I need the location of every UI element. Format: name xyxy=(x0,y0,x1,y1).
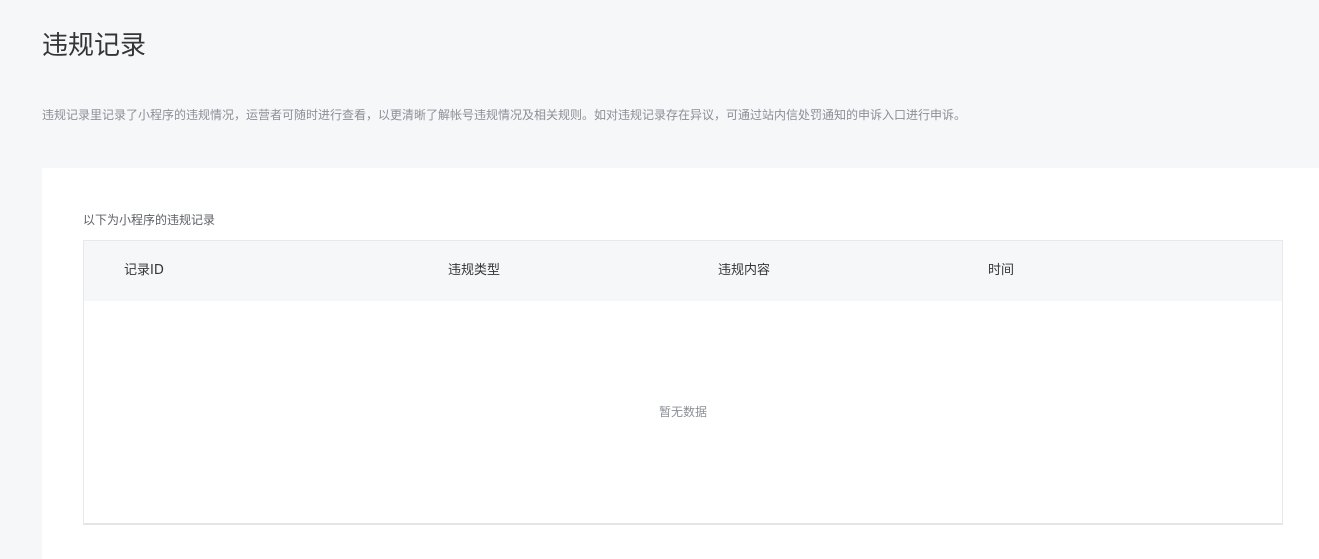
violation-records-table: 记录ID 违规类型 违规内容 时间 暂无数据 xyxy=(83,240,1283,525)
table-header: 记录ID 违规类型 违规内容 时间 xyxy=(84,241,1282,301)
page-title: 违规记录 xyxy=(42,31,147,61)
column-header-violation-content: 违规内容 xyxy=(718,263,771,278)
page-description: 违规记录里记录了小程序的违规情况，运营者可随时进行查看，以更清晰了解帐号违规情况… xyxy=(42,108,967,122)
column-header-record-id: 记录ID xyxy=(124,263,164,278)
column-header-violation-type: 违规类型 xyxy=(448,263,501,278)
records-panel: 以下为小程序的违规记录 记录ID 违规类型 违规内容 时间 暂无数据 xyxy=(42,168,1319,559)
records-subtitle: 以下为小程序的违规记录 xyxy=(83,213,216,227)
empty-state-text: 暂无数据 xyxy=(658,405,707,419)
column-header-time: 时间 xyxy=(988,263,1015,278)
